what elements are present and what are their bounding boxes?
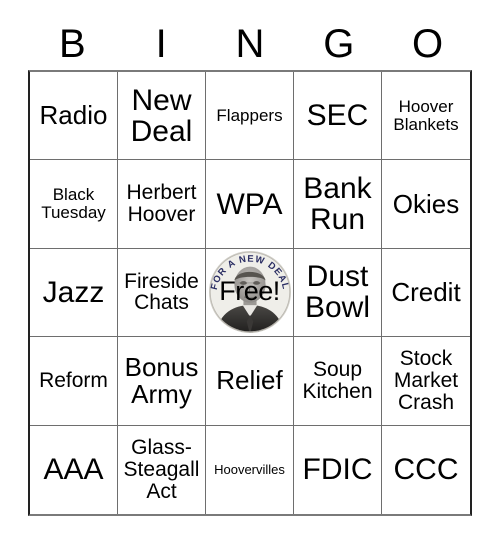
bingo-header-letter-i: I xyxy=(155,22,167,66)
bingo-cell[interactable]: AAA xyxy=(30,425,118,514)
bingo-cell-label: Glass-Steagall Act xyxy=(123,436,200,503)
bingo-card: B I N G O Radio New Deal Flappers SEC Hoover Bla… xyxy=(0,0,500,544)
bingo-cell-label: FDIC xyxy=(302,453,373,487)
bingo-cell[interactable]: SEC xyxy=(294,72,382,161)
bingo-cell[interactable]: Okies xyxy=(382,160,470,249)
bingo-cell-label: Fireside Chats xyxy=(124,269,199,315)
bingo-cell[interactable]: New Deal xyxy=(118,72,206,161)
bingo-cell-label: Credit xyxy=(391,276,461,307)
bingo-cell-free-space[interactable]: FOR A NEW DEAL Free! xyxy=(206,248,294,338)
bingo-cell-label: Okies xyxy=(392,188,460,219)
bingo-cell[interactable]: Bank Run xyxy=(294,160,382,249)
bingo-cell[interactable]: Glass-Steagall Act xyxy=(118,425,206,514)
bingo-header-letter-b: B xyxy=(59,22,86,66)
bingo-cell-label: Dust Bowl xyxy=(304,260,371,325)
free-space-label: Free! xyxy=(219,275,280,306)
bingo-header-letter-g: G xyxy=(323,22,355,66)
bingo-cell-label: Black Tuesday xyxy=(41,185,106,223)
bingo-cell-label: CCC xyxy=(393,453,459,487)
bingo-cell-label: Reform xyxy=(39,368,108,392)
bingo-cell-label: New Deal xyxy=(130,83,193,148)
bingo-cell[interactable]: Stock Market Crash xyxy=(382,337,470,426)
bingo-cell-label: Hoover Blankets xyxy=(393,97,459,134)
bingo-cell-label: Jazz xyxy=(42,275,105,309)
bingo-cell-label: Flappers xyxy=(216,105,283,125)
bingo-cell[interactable]: Fireside Chats xyxy=(118,248,206,338)
bingo-cell[interactable]: Hoover Blankets xyxy=(382,72,470,161)
bingo-cell[interactable]: Black Tuesday xyxy=(30,160,118,249)
bingo-cell[interactable]: Hoovervilles xyxy=(206,425,294,514)
bingo-cell[interactable]: WPA xyxy=(206,160,294,249)
free-space-wrapper: FOR A NEW DEAL Free! xyxy=(206,249,293,336)
bingo-cell-label: Bank Run xyxy=(303,171,372,237)
bingo-header: BINGO xyxy=(28,18,472,70)
bingo-cell[interactable]: Jazz xyxy=(30,248,118,338)
bingo-cell-label: Hoovervilles xyxy=(214,462,285,478)
bingo-cell[interactable]: Reform xyxy=(30,337,118,426)
bingo-header-letter-n: N xyxy=(235,22,265,66)
bingo-cell-label: Herbert Hoover xyxy=(126,181,197,227)
bingo-cell[interactable]: Flappers xyxy=(206,72,294,161)
bingo-grid: Radio New Deal Flappers SEC Hoover Blankets B… xyxy=(28,70,472,516)
bingo-cell[interactable]: Herbert Hoover xyxy=(118,160,206,249)
bingo-header-letter-o: O xyxy=(412,22,444,66)
bingo-cell[interactable]: Radio xyxy=(30,72,118,161)
bingo-cell-label: WPA xyxy=(216,187,283,221)
bingo-cell[interactable]: CCC xyxy=(382,425,470,514)
bingo-cell[interactable]: Dust Bowl xyxy=(294,248,382,338)
bingo-cell-label: SEC xyxy=(306,99,369,133)
bingo-cell-label: Radio xyxy=(39,100,108,131)
bingo-cell-label: Soup Kitchen xyxy=(302,358,373,403)
bingo-cell[interactable]: FDIC xyxy=(294,425,382,514)
bingo-cell-label: Bonus Army xyxy=(124,351,199,409)
bingo-cell-label: Stock Market Crash xyxy=(393,347,459,414)
bingo-cell[interactable]: Credit xyxy=(382,248,470,338)
bingo-cell-label: Relief xyxy=(216,365,283,396)
bingo-cell[interactable]: Relief xyxy=(206,337,294,426)
bingo-cell[interactable]: Bonus Army xyxy=(118,337,206,426)
bingo-cell-label: AAA xyxy=(43,453,104,487)
bingo-cell[interactable]: Soup Kitchen xyxy=(294,337,382,426)
